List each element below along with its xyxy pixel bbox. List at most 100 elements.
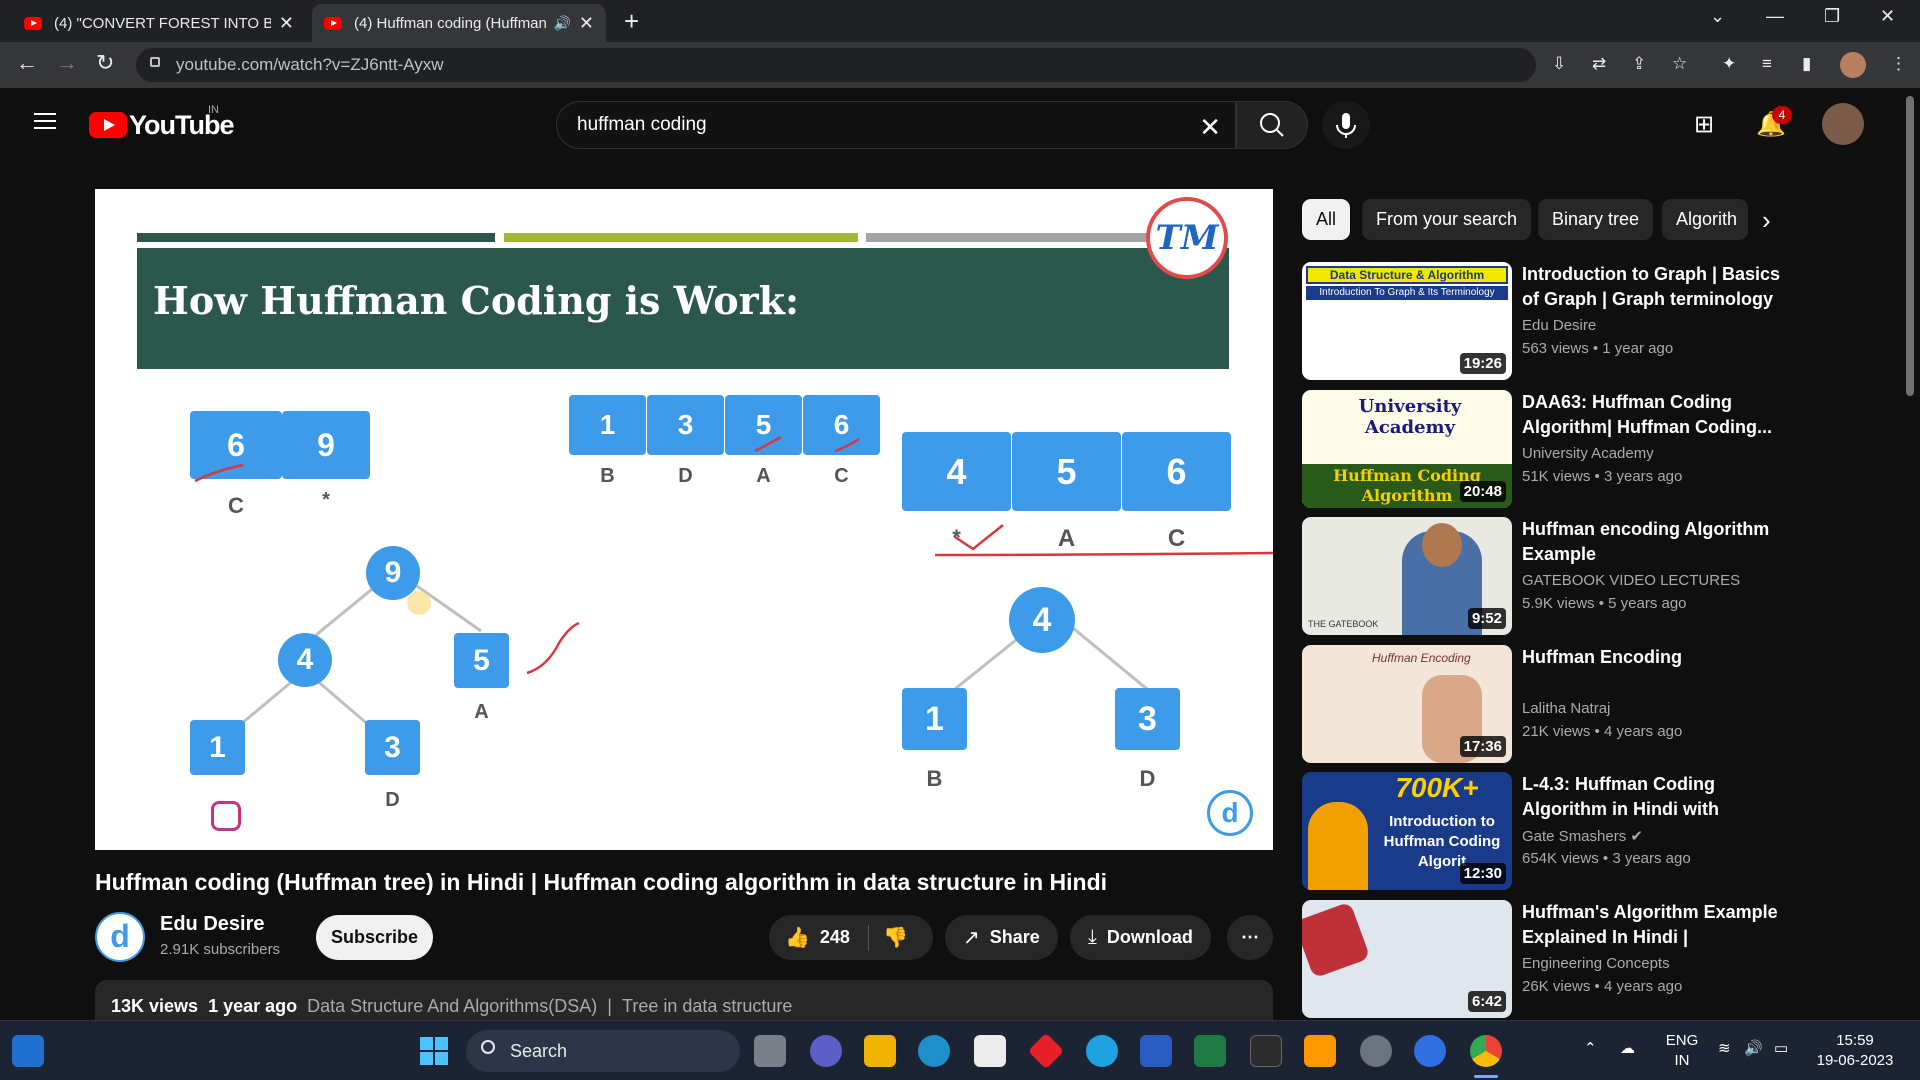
video-thumbnail[interactable]: THE GATEBOOK 9:52 [1302,517,1512,635]
new-tab-button[interactable]: + [624,6,639,37]
browser-tab[interactable]: (4) "CONVERT FOREST INTO BIN/ ✕ [12,4,306,42]
watermark-logo[interactable]: d [1207,790,1253,836]
restore-icon[interactable]: ❐ [1824,6,1840,27]
search-input[interactable]: huffman coding ✕ [556,101,1236,149]
related-channel[interactable]: Engineering Concepts [1522,955,1670,972]
related-video[interactable]: 6:42 Huffman's Algorithm Example Explain… [1302,900,1782,1018]
side-panel-icon[interactable]: ▮ [1802,54,1811,74]
taskbar-search[interactable]: Search [466,1030,740,1072]
weather-cloud-icon[interactable]: ☁ [1620,1039,1635,1059]
subscribe-button[interactable]: Subscribe [316,915,433,960]
youtube-logo-icon[interactable] [89,112,127,138]
related-video[interactable]: Data Structure & Algorithm Introduction … [1302,262,1782,380]
tab-search-icon[interactable]: ⌄ [1710,6,1725,27]
extensions-icon[interactable]: ✦ [1722,54,1736,74]
wifi-icon[interactable]: ≋ [1718,1039,1731,1059]
hashtag-link[interactable]: Data Structure And Algorithms(DSA) [307,996,597,1016]
minimize-icon[interactable]: — [1766,6,1784,27]
close-window-icon[interactable]: ✕ [1880,6,1895,27]
file-explorer-icon[interactable] [864,1035,896,1067]
account-avatar[interactable] [1822,103,1864,145]
related-video-title[interactable]: Huffman encoding Algorithm Example [1522,517,1784,567]
guide-menu-icon[interactable] [34,113,56,129]
video-thumbnail[interactable]: University Academy Huffman Coding Algori… [1302,390,1512,508]
related-video-title[interactable]: Huffman Encoding [1522,645,1784,670]
like-count[interactable]: 248 [820,927,850,948]
channel-name[interactable]: Edu Desire [160,913,264,936]
related-video-title[interactable]: L-4.3: Huffman Coding Algorithm in Hindi… [1522,772,1784,822]
search-button[interactable] [1236,101,1308,149]
store-icon[interactable] [974,1035,1006,1067]
video-thumbnail[interactable]: 6:42 [1302,900,1512,1018]
video-player[interactable]: How Huffman Coding is Work: TM 6 9 C * 1… [95,189,1273,850]
forward-icon[interactable]: → [56,50,78,76]
task-view-icon[interactable] [754,1035,786,1067]
dislike-icon[interactable]: 👎 [883,925,908,950]
app-icon[interactable] [1027,1032,1065,1070]
clear-search-icon[interactable]: ✕ [1199,112,1221,143]
profile-avatar[interactable] [1840,52,1866,78]
reload-icon[interactable]: ↻ [96,50,114,76]
settings-gear-icon[interactable] [1360,1035,1392,1067]
language-indicator[interactable]: ENG IN [1664,1031,1700,1071]
like-icon[interactable]: 👍 [785,925,810,950]
word-icon[interactable] [1140,1035,1172,1067]
chip-all[interactable]: All [1302,199,1351,240]
chip-from-your-search[interactable]: From your search [1362,199,1532,240]
close-tab-icon[interactable]: ✕ [579,13,594,34]
media-control-icon[interactable]: ≡ [1762,54,1772,74]
share-page-icon[interactable]: ⇪ [1632,54,1646,74]
download-button[interactable]: ⤓ Download [1070,915,1211,960]
widgets-icon[interactable] [12,1035,44,1067]
clock[interactable]: 15:59 19-06-2023 [1810,1031,1900,1071]
chrome-icon[interactable] [1470,1035,1502,1067]
related-video[interactable]: Huffman Encoding 17:36 Huffman Encoding … [1302,645,1782,763]
related-channel[interactable]: Lalitha Natraj [1522,700,1610,717]
video-thumbnail[interactable]: Data Structure & Algorithm Introduction … [1302,262,1512,380]
app-icon[interactable] [1414,1035,1446,1067]
description-box[interactable]: 13K views 1 year ago Data Structure And … [95,980,1273,1020]
browser-tab-active[interactable]: (4) Huffman coding (Huffman 🔊 ✕ [312,4,606,42]
chip-algorithms[interactable]: Algorith [1662,199,1748,240]
voice-search-button[interactable] [1322,101,1370,149]
related-channel[interactable]: GATEBOOK VIDEO LECTURES [1522,572,1740,589]
close-tab-icon[interactable]: ✕ [279,13,294,34]
back-icon[interactable]: ← [16,50,38,76]
show-hidden-icons-chevron-icon[interactable]: ⌃ [1584,1039,1597,1059]
excel-icon[interactable] [1194,1035,1226,1067]
battery-icon[interactable]: ▭ [1774,1039,1788,1059]
address-bar[interactable]: youtube.com/watch?v=ZJ6ntt-Ayxw [136,48,1536,82]
sublime-text-icon[interactable] [1304,1035,1336,1067]
terminal-icon[interactable] [1250,1035,1282,1067]
edge-browser-icon[interactable] [918,1035,950,1067]
start-button[interactable] [418,1035,450,1067]
menu-kebab-icon[interactable]: ⋮ [1890,54,1907,74]
bookmark-star-icon[interactable]: ☆ [1672,54,1687,74]
install-app-icon[interactable]: ⇩ [1552,54,1566,74]
related-video[interactable]: 700K+ Introduction to Huffman Coding Alg… [1302,772,1782,890]
volume-icon[interactable]: 🔊 [1744,1039,1763,1059]
related-video[interactable]: University Academy Huffman Coding Algori… [1302,390,1782,508]
chevron-right-icon[interactable]: › [1762,205,1771,236]
related-channel[interactable]: University Academy [1522,445,1654,462]
related-video-title[interactable]: DAA63: Huffman Coding Algorithm| Huffman… [1522,390,1784,440]
hashtag-link[interactable]: Tree in data structure [622,996,792,1016]
channel-avatar[interactable]: d [95,912,145,962]
video-thumbnail[interactable]: 700K+ Introduction to Huffman Coding Alg… [1302,772,1512,890]
page-scrollbar[interactable] [1906,96,1914,396]
chip-binary-tree[interactable]: Binary tree [1538,199,1654,240]
related-video[interactable]: THE GATEBOOK 9:52 Huffman encoding Algor… [1302,517,1782,635]
related-video-title[interactable]: Introduction to Graph | Basics of Graph … [1522,262,1784,312]
speaker-icon[interactable]: 🔊 [553,15,570,32]
video-thumbnail[interactable]: Huffman Encoding 17:36 [1302,645,1512,763]
translate-icon[interactable]: ⇄ [1592,54,1606,74]
create-video-icon[interactable]: ⊞ [1694,110,1714,139]
lock-icon[interactable] [150,57,160,67]
teams-chat-icon[interactable] [810,1035,842,1067]
share-button[interactable]: ↗ Share [945,915,1058,960]
related-channel[interactable]: Edu Desire [1522,317,1596,334]
related-channel[interactable]: Gate Smashers ✔ [1522,827,1643,845]
app-icon[interactable] [1086,1035,1118,1067]
related-video-title[interactable]: Huffman's Algorithm Example Explained In… [1522,900,1784,950]
more-actions-button[interactable]: ⋯ [1227,915,1273,960]
